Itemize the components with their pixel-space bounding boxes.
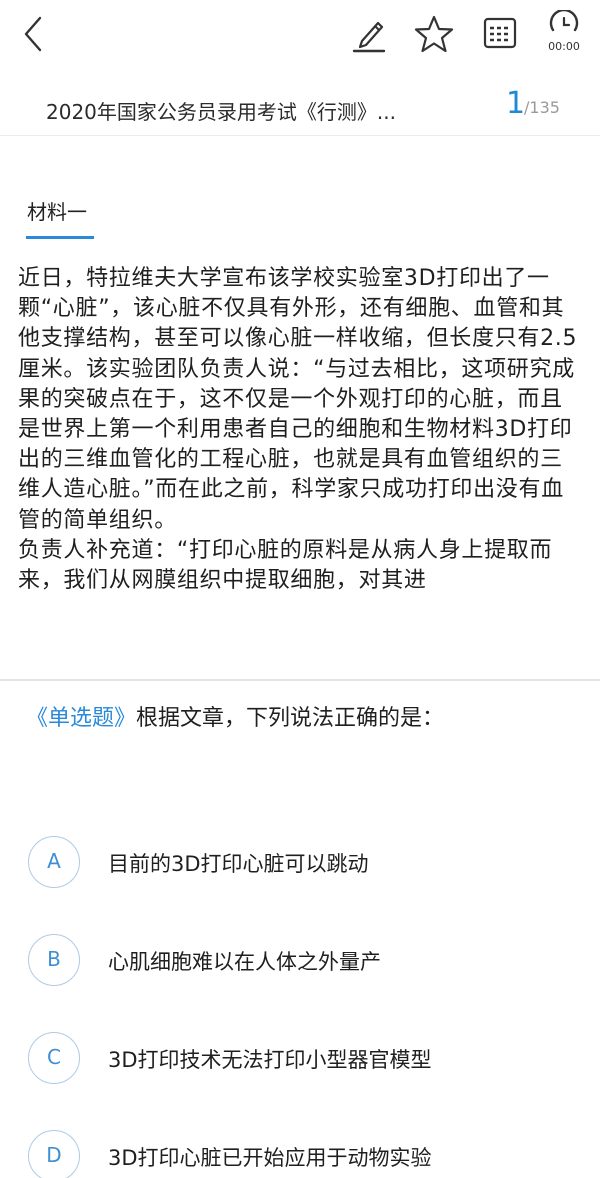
option-a[interactable]: A 目前的3D打印心脏可以跳动 bbox=[28, 836, 588, 890]
question-text: 根据文章，下列说法正确的是： bbox=[136, 706, 445, 731]
chevron-left-icon bbox=[24, 16, 42, 52]
back-button[interactable] bbox=[16, 12, 56, 56]
favorite-button[interactable] bbox=[414, 14, 454, 54]
exam-header: 2020年国家公务员录用考试《行测》... 1 /135 bbox=[0, 72, 600, 136]
grid-icon bbox=[483, 17, 517, 49]
option-letter: C bbox=[28, 1032, 80, 1084]
page-current: 1 bbox=[506, 86, 526, 121]
pane-divider[interactable] bbox=[0, 679, 600, 681]
option-letter: A bbox=[28, 836, 80, 888]
clock-icon bbox=[549, 8, 579, 32]
annotate-button[interactable] bbox=[350, 14, 390, 54]
tab-active-indicator bbox=[26, 236, 94, 239]
tab-material-1[interactable]: 材料一 bbox=[27, 196, 87, 225]
page-total: /135 bbox=[524, 98, 560, 117]
option-d[interactable]: D 3D打印心脏已开始应用于动物实验 bbox=[28, 1130, 588, 1178]
question-stem: 《单选题》根据文章，下列说法正确的是： bbox=[26, 700, 586, 732]
star-icon bbox=[414, 15, 454, 53]
option-text: 3D打印心脏已开始应用于动物实验 bbox=[108, 1146, 432, 1170]
material-paragraph: 近日，特拉维夫大学宣布该学校实验室3D打印出了一颗“心脏”，该心脏不仅具有外形，… bbox=[18, 266, 578, 533]
option-c[interactable]: C 3D打印技术无法打印小型器官模型 bbox=[28, 1032, 588, 1086]
option-letter: B bbox=[28, 934, 80, 986]
option-b[interactable]: B 心肌细胞难以在人体之外量产 bbox=[28, 934, 588, 988]
exam-title[interactable]: 2020年国家公务员录用考试《行测》... bbox=[46, 96, 396, 125]
material-text[interactable]: 近日，特拉维夫大学宣布该学校实验室3D打印出了一颗“心脏”，该心脏不仅具有外形，… bbox=[18, 264, 584, 678]
material-paragraph: 负责人补充道：“打印心脏的原料是从病人身上提取而来，我们从网膜组织中提取细胞，对… bbox=[18, 537, 553, 594]
option-letter: D bbox=[28, 1130, 80, 1178]
top-toolbar: 00:00 bbox=[0, 0, 600, 72]
answer-sheet-button[interactable] bbox=[480, 14, 520, 54]
option-text: 3D打印技术无法打印小型器官模型 bbox=[108, 1048, 432, 1072]
question-type-label: 《单选题》 bbox=[26, 706, 137, 731]
pencil-icon bbox=[352, 21, 386, 53]
timer-text: 00:00 bbox=[548, 40, 580, 53]
option-text: 心肌细胞难以在人体之外量产 bbox=[108, 950, 381, 974]
option-text: 目前的3D打印心脏可以跳动 bbox=[108, 852, 369, 876]
